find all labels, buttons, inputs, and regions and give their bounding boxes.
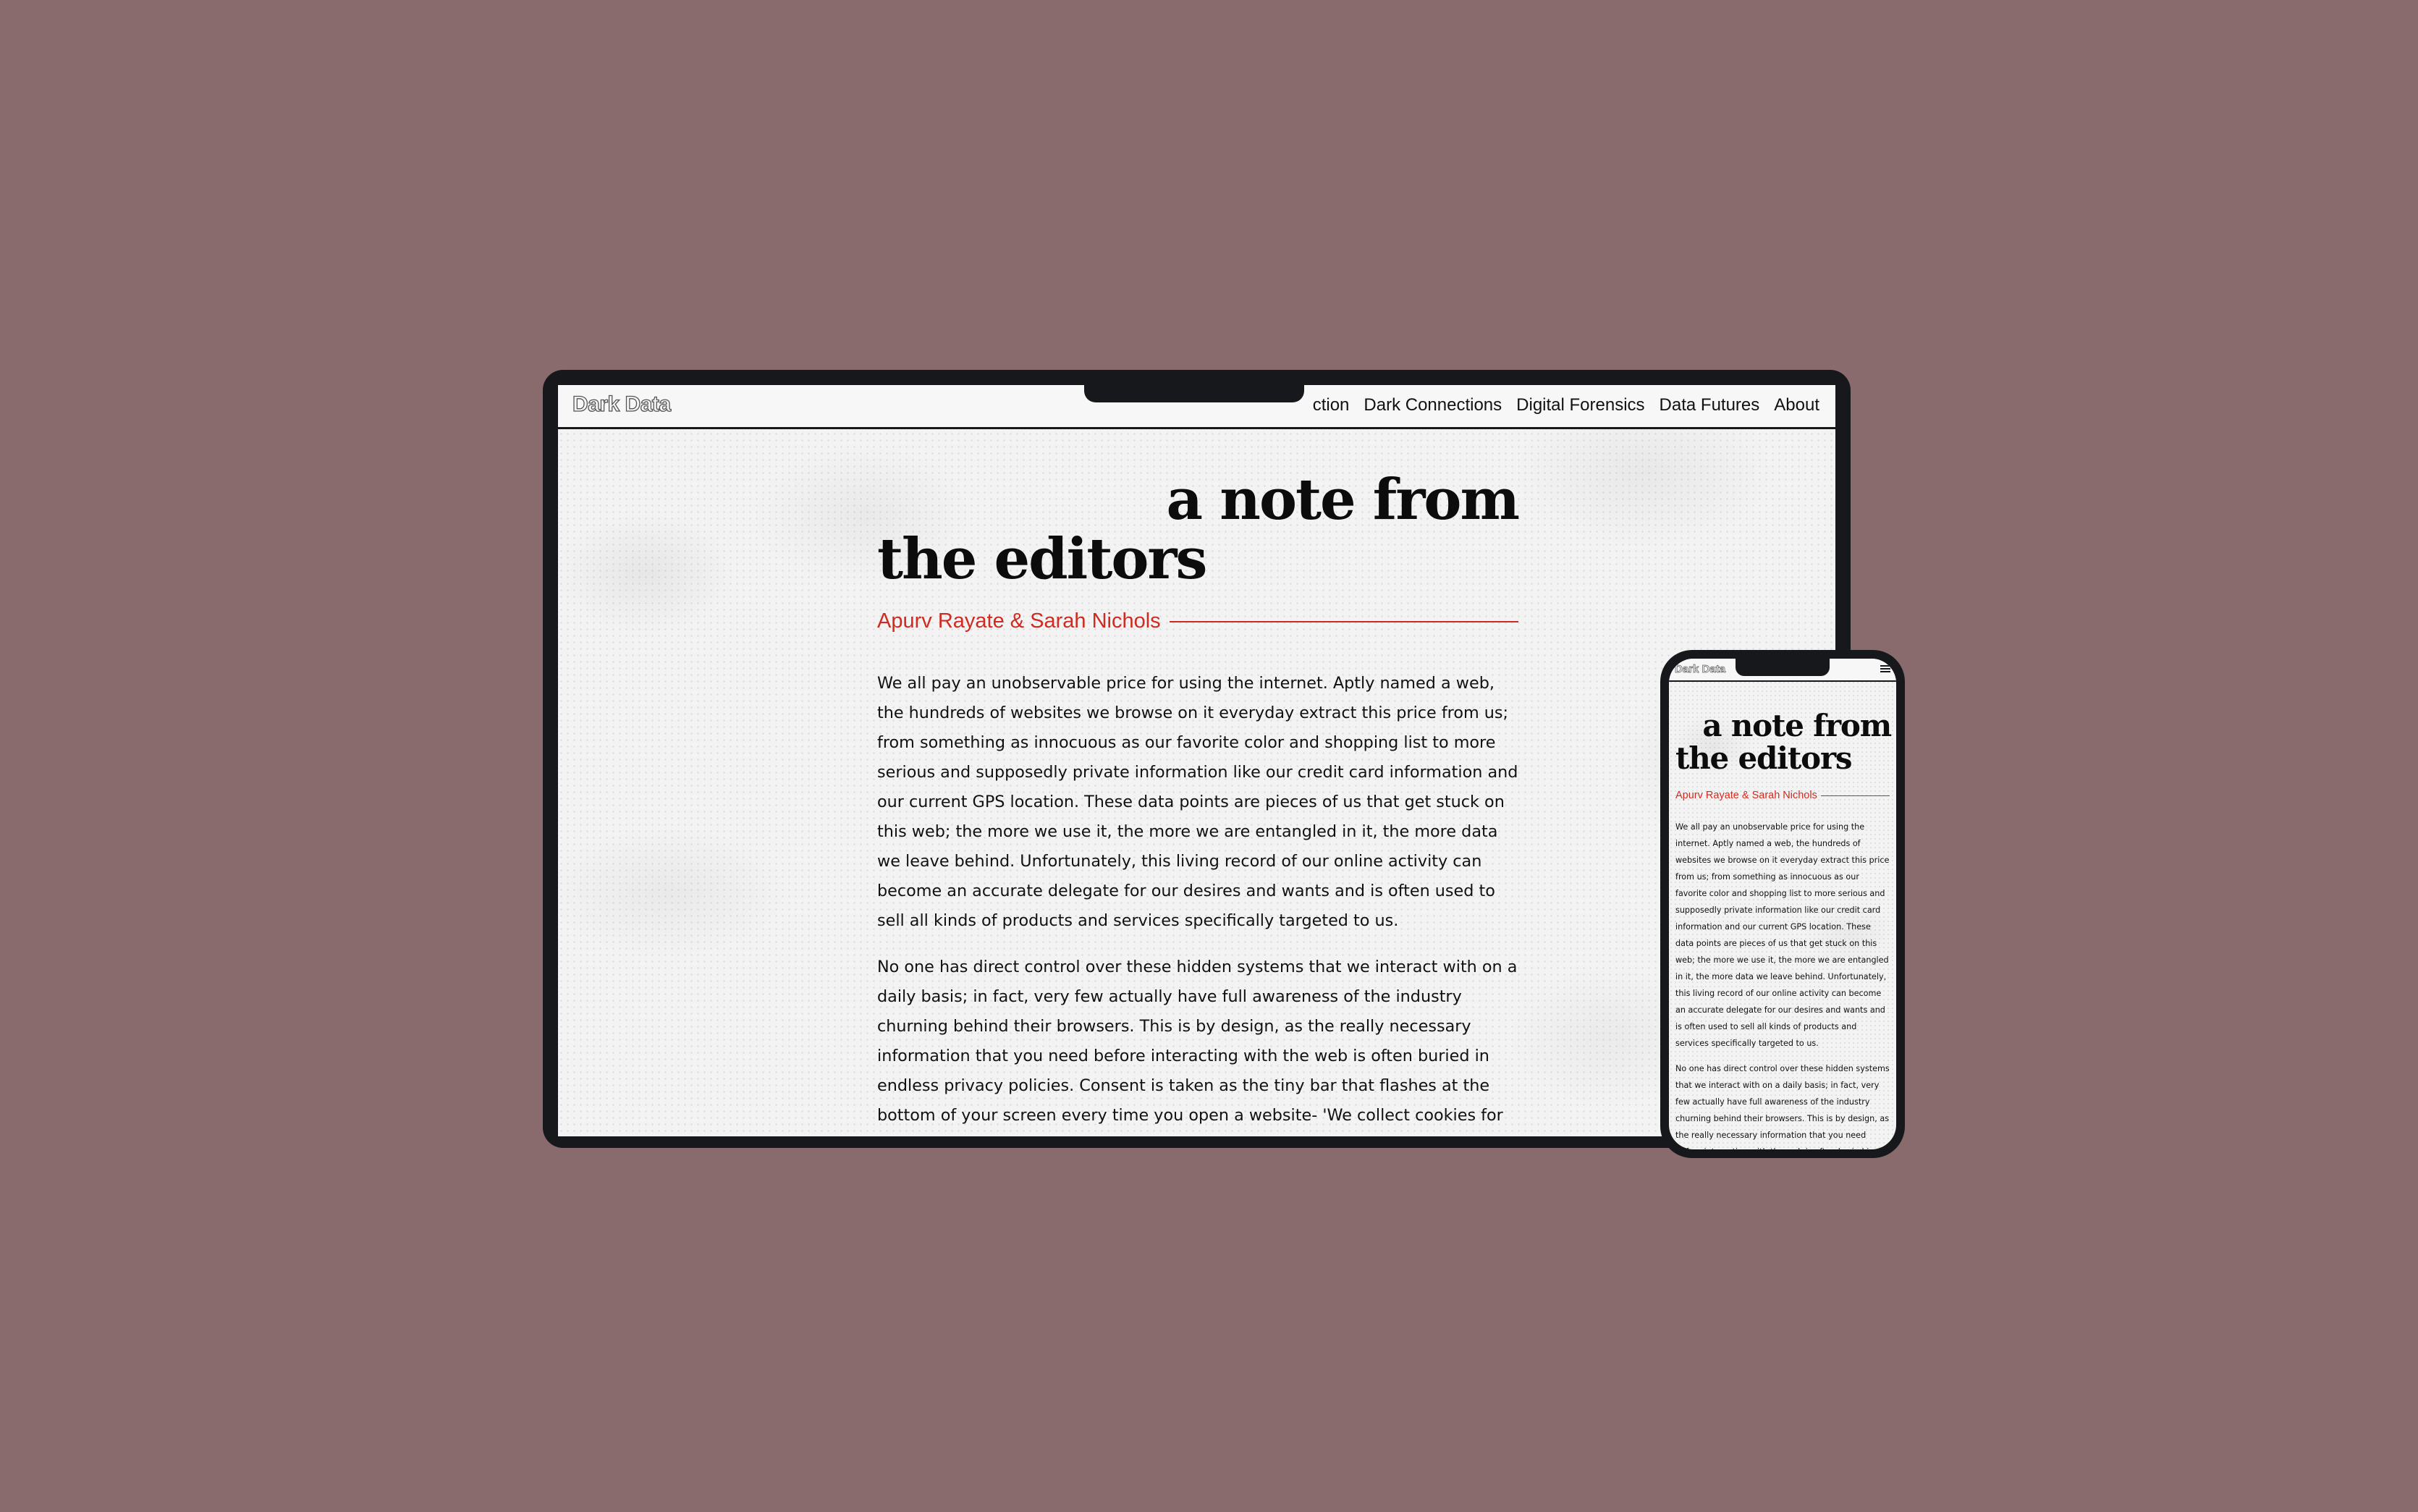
mobile-site-logo[interactable]: Dark Data bbox=[1675, 663, 1726, 676]
phone-device-frame: Dark Data a note from the editors Apurv … bbox=[1660, 650, 1905, 1158]
article-body: We all pay an unobservable price for usi… bbox=[877, 669, 1518, 1136]
article-title: a note from the editors bbox=[877, 467, 1520, 592]
article-title-line-1: a note from bbox=[1166, 467, 1520, 533]
laptop-screen: Dark Data ction Dark Connections Digital… bbox=[558, 385, 1835, 1136]
author-names: Apurv Rayate & Sarah Nichols bbox=[877, 609, 1161, 633]
mobile-article-title-line-2: the editors bbox=[1675, 740, 1853, 776]
site-logo[interactable]: Dark Data bbox=[572, 392, 671, 417]
laptop-camera-notch bbox=[1084, 370, 1304, 402]
article-paragraph: No one has direct control over these hid… bbox=[877, 958, 1518, 1125]
mobile-author-names: Apurv Rayate & Sarah Nichols bbox=[1675, 790, 1817, 801]
article-title-line-2: the editors bbox=[877, 526, 1207, 592]
hamburger-menu-icon[interactable] bbox=[1880, 665, 1890, 672]
mobile-article-body: We all pay an unobservable price for usi… bbox=[1675, 819, 1891, 1149]
nav-item-introduction[interactable]: ction bbox=[1313, 395, 1350, 415]
nav-item-data-futures[interactable]: Data Futures bbox=[1660, 395, 1760, 415]
main-menu: ction Dark Connections Digital Forensics… bbox=[1313, 395, 1819, 415]
laptop-device-frame: Dark Data ction Dark Connections Digital… bbox=[543, 370, 1851, 1148]
byline-divider bbox=[1169, 620, 1518, 622]
mobile-article-paragraph: We all pay an unobservable price for usi… bbox=[1675, 822, 1890, 1048]
article-byline: Apurv Rayate & Sarah Nichols bbox=[877, 609, 1518, 633]
nav-item-dark-connections[interactable]: Dark Connections bbox=[1364, 395, 1502, 415]
phone-screen: Dark Data a note from the editors Apurv … bbox=[1669, 659, 1896, 1149]
phone-camera-notch bbox=[1736, 659, 1830, 676]
mobile-article-paragraph: No one has direct control over these hid… bbox=[1675, 1064, 1890, 1149]
nav-item-about[interactable]: About bbox=[1774, 395, 1819, 415]
mobile-article-byline: Apurv Rayate & Sarah Nichols bbox=[1675, 790, 1890, 801]
nav-item-digital-forensics[interactable]: Digital Forensics bbox=[1516, 395, 1644, 415]
mobile-article-title: a note from the editors bbox=[1675, 708, 1892, 776]
mobile-article-title-line-1: a note from bbox=[1702, 708, 1892, 743]
mobile-byline-divider bbox=[1820, 795, 1890, 796]
article-paragraph: We all pay an unobservable price for usi… bbox=[877, 674, 1518, 930]
